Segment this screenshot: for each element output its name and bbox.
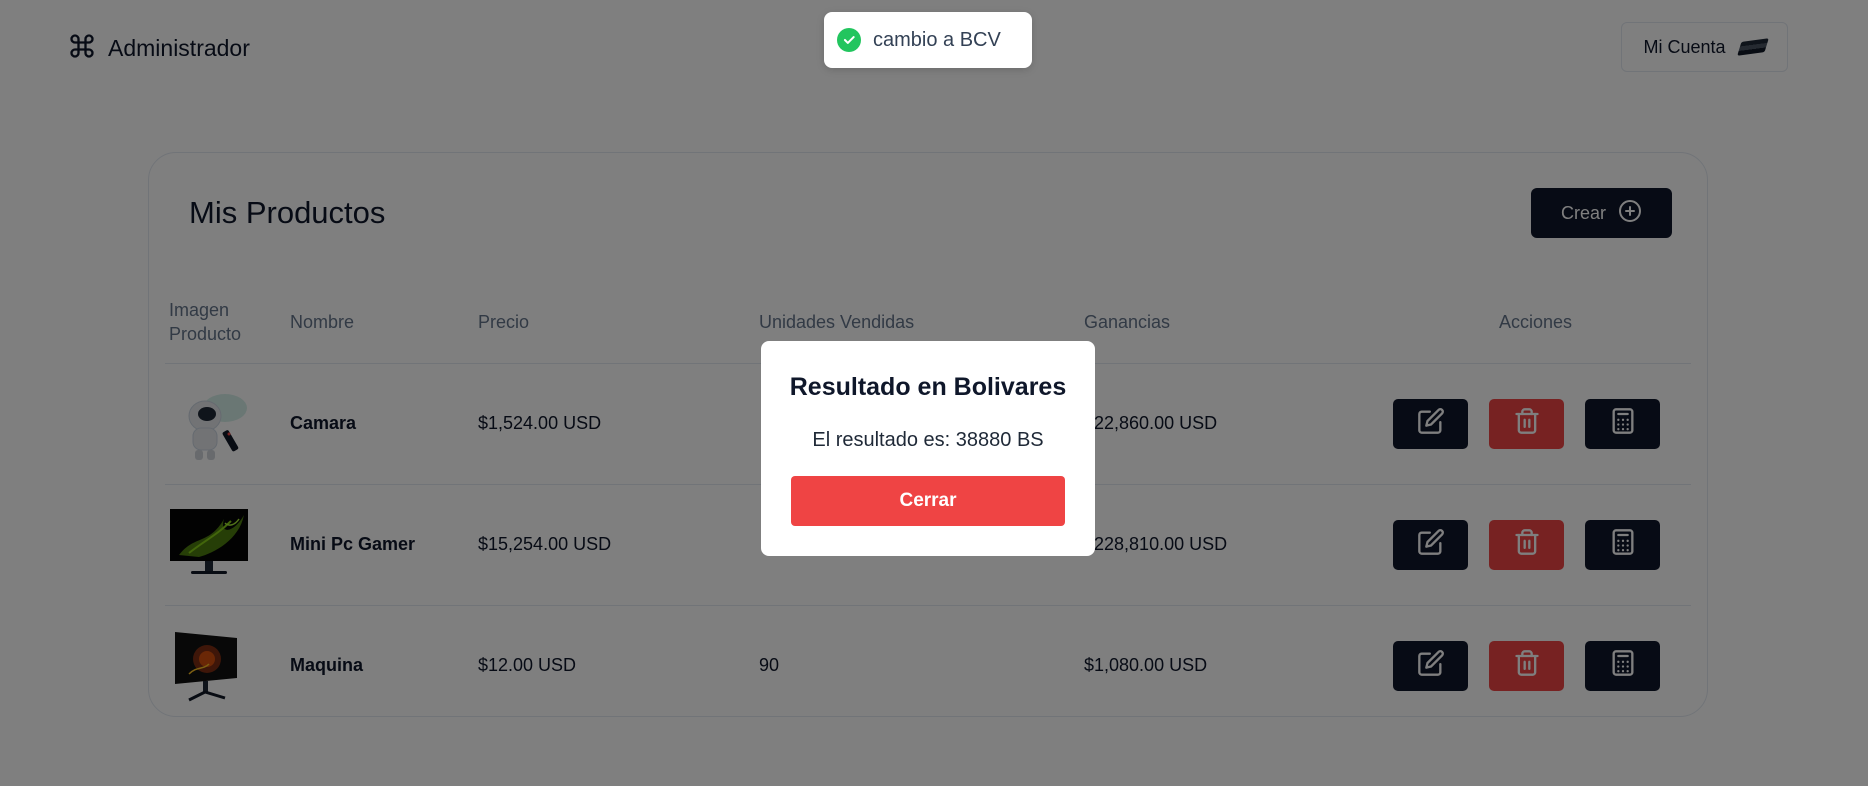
- success-toast: cambio a BCV: [824, 12, 1032, 68]
- close-button[interactable]: Cerrar: [791, 476, 1065, 526]
- dialog-message: El resultado es: 38880 BS: [812, 429, 1044, 451]
- result-dialog: Resultado en Bolivares El resultado es: …: [761, 341, 1095, 556]
- toast-message: cambio a BCV: [873, 28, 1001, 51]
- dialog-title: Resultado en Bolivares: [789, 373, 1067, 401]
- check-circle-icon: [837, 28, 861, 52]
